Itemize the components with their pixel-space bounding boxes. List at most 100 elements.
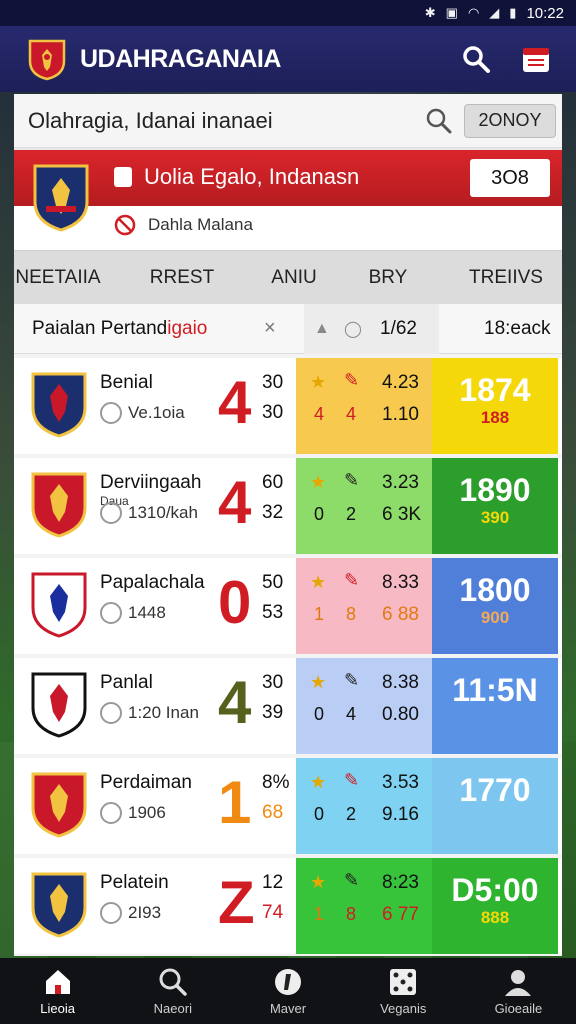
odds-value: 0.80 xyxy=(382,704,419,725)
edit-icon[interactable]: ✎ xyxy=(344,870,359,891)
ball-icon xyxy=(100,702,122,724)
ball-icon xyxy=(100,602,122,624)
column-header[interactable]: RREST xyxy=(102,267,262,289)
nav-dice[interactable]: Veganis xyxy=(346,958,461,1024)
filter-stat: 18:eack xyxy=(484,317,551,339)
star-icon[interactable]: ★ xyxy=(310,372,326,393)
column-header[interactable]: ANIU xyxy=(262,267,326,289)
odds-value: 3.53 xyxy=(382,772,419,793)
odds-home: 0 xyxy=(314,704,325,724)
score-detail: 12 xyxy=(262,872,284,893)
score-detail: 68 xyxy=(262,802,284,823)
edit-icon[interactable]: ✎ xyxy=(344,670,359,691)
odds-cell[interactable]: ★ ✎ 4.23 4 4 1.10 xyxy=(296,358,432,454)
search-query[interactable]: Olahragia, Idanai inanaei xyxy=(28,108,424,134)
league-card[interactable]: Uolia Egalo, Indanasn 3O8 Dahla Malana xyxy=(14,148,562,250)
dice-icon xyxy=(390,969,417,995)
stat-cell[interactable]: 11:5N xyxy=(432,658,558,754)
search-icon[interactable] xyxy=(424,106,454,136)
team-name: Perdaiman xyxy=(100,772,192,793)
star-icon[interactable]: ★ xyxy=(310,772,326,793)
profile-icon xyxy=(505,970,532,996)
score: 4 xyxy=(218,469,252,536)
nav-search[interactable]: Naeori xyxy=(115,958,230,1024)
odds-cell[interactable]: ★ ✎ 3.23 0 2 6 3K xyxy=(296,458,432,554)
team-name: Panlal xyxy=(100,672,153,693)
team-crest-icon xyxy=(30,770,88,838)
match-row[interactable]: Pelatein 2I93 Z 12 74 ★ ✎ 8:23 1 8 6 77 D5:00 888 xyxy=(14,858,562,954)
score: 4 xyxy=(218,369,252,436)
league-name: Uolia Egalo, Indanasn xyxy=(144,164,360,189)
calendar-icon xyxy=(523,48,549,72)
odds-cell[interactable]: ★ ✎ 3.53 0 2 9.16 xyxy=(296,758,432,854)
date-button[interactable]: 2ONOY xyxy=(464,103,556,138)
match-row[interactable]: Papalachala 1448 0 50 53 ★ ✎ 8.33 1 8 6 88 1800 900 xyxy=(14,558,562,654)
score: 0 xyxy=(218,569,252,636)
column-header[interactable]: BRY xyxy=(326,267,450,289)
odds-value: 9.16 xyxy=(382,804,419,825)
stat-cell[interactable]: 1874 188 xyxy=(432,358,558,454)
score-detail: 8% xyxy=(262,772,290,793)
home-icon xyxy=(45,970,70,994)
stat-cell[interactable]: 1770 xyxy=(432,758,558,854)
stat-cell[interactable]: 1800 900 xyxy=(432,558,558,654)
edit-icon[interactable]: ✎ xyxy=(344,470,359,491)
odds-cell[interactable]: ★ ✎ 8:23 1 8 6 77 xyxy=(296,858,432,954)
app-logo-icon xyxy=(28,39,66,81)
match-row[interactable]: Perdaiman 1906 1 8% 68 ★ ✎ 3.53 0 2 9.16 1770 xyxy=(14,758,562,854)
match-meta: 1906 xyxy=(100,802,166,824)
star-icon[interactable]: ★ xyxy=(310,672,326,693)
match-row[interactable]: Derviingaah Daua 1310/kah 4 60 32 ★ ✎ 3.23 0 2 6 3K… xyxy=(14,458,562,554)
column-header[interactable]: NEETAIIA xyxy=(14,267,102,289)
nav-home[interactable]: Lieoia xyxy=(0,958,115,1024)
signal-icon: ◢ xyxy=(489,5,500,20)
star-icon[interactable]: ★ xyxy=(310,872,326,893)
edit-icon[interactable]: ✎ xyxy=(344,570,359,591)
odds-away: 8 xyxy=(346,904,357,924)
league-badge-icon xyxy=(33,164,89,232)
nav-profile[interactable]: Gioeaile xyxy=(461,958,576,1024)
league-flag-icon xyxy=(114,167,132,187)
score: 1 xyxy=(218,769,252,836)
team-crest-icon xyxy=(30,470,88,538)
star-icon[interactable]: ★ xyxy=(310,572,326,593)
match-row[interactable]: Benial Ve.1oia 4 30 30 ★ ✎ 4.23 4 4 1.10 1874 188 xyxy=(14,358,562,454)
nav-label: Gioeaile xyxy=(494,1001,543,1016)
search-icon xyxy=(159,968,187,996)
league-bar: Uolia Egalo, Indanasn 3O8 xyxy=(14,150,562,206)
calendar-button[interactable] xyxy=(516,39,556,79)
stat-value: 1874 xyxy=(459,372,531,408)
nav-label: Naeori xyxy=(153,1001,192,1016)
stat-value: 1800 xyxy=(459,572,531,608)
odds-cell[interactable]: ★ ✎ 8.38 0 4 0.80 xyxy=(296,658,432,754)
team-crest-icon xyxy=(30,870,88,938)
edit-icon[interactable]: ✎ xyxy=(344,370,359,391)
search-icon xyxy=(463,46,490,73)
team-name: Papalachala xyxy=(100,572,205,593)
odds-home: 0 xyxy=(314,804,325,824)
stat-cell[interactable]: 1890 390 xyxy=(432,458,558,554)
wifi-icon: ◠ xyxy=(467,5,480,20)
star-icon[interactable]: ★ xyxy=(310,472,326,493)
filter-title: Paialan Pertandigaio xyxy=(32,317,208,339)
score-detail: 30 xyxy=(262,372,284,393)
odds-away: 4 xyxy=(346,704,357,724)
close-icon[interactable]: × xyxy=(264,317,276,340)
match-row[interactable]: Panlal 1:20 Inan 4 30 39 ★ ✎ 8.38 0 4 0.80 11:5N xyxy=(14,658,562,754)
sort-icon[interactable]: ▲ xyxy=(314,320,330,338)
odds-cell[interactable]: ★ ✎ 8.33 1 8 6 88 xyxy=(296,558,432,654)
league-value[interactable]: 3O8 xyxy=(470,159,550,197)
search-button[interactable] xyxy=(456,39,496,79)
nav-label: Lieoia xyxy=(40,1001,75,1016)
match-meta: 2I93 xyxy=(100,902,161,924)
stat-value: 1890 xyxy=(459,472,531,508)
search-icon[interactable]: ◯ xyxy=(344,319,362,339)
column-headers: NEETAIIA RREST ANIU BRY TREIIVS xyxy=(14,250,562,304)
odds-away: 8 xyxy=(346,604,357,624)
edit-icon[interactable]: ✎ xyxy=(344,770,359,791)
stat-value: D5:00 xyxy=(451,872,539,908)
nav-whistle[interactable]: Maver xyxy=(230,958,345,1024)
stat-cell[interactable]: D5:00 888 xyxy=(432,858,558,954)
column-header[interactable]: TREIIVS xyxy=(450,267,562,289)
odds-value: 8.33 xyxy=(382,572,419,593)
